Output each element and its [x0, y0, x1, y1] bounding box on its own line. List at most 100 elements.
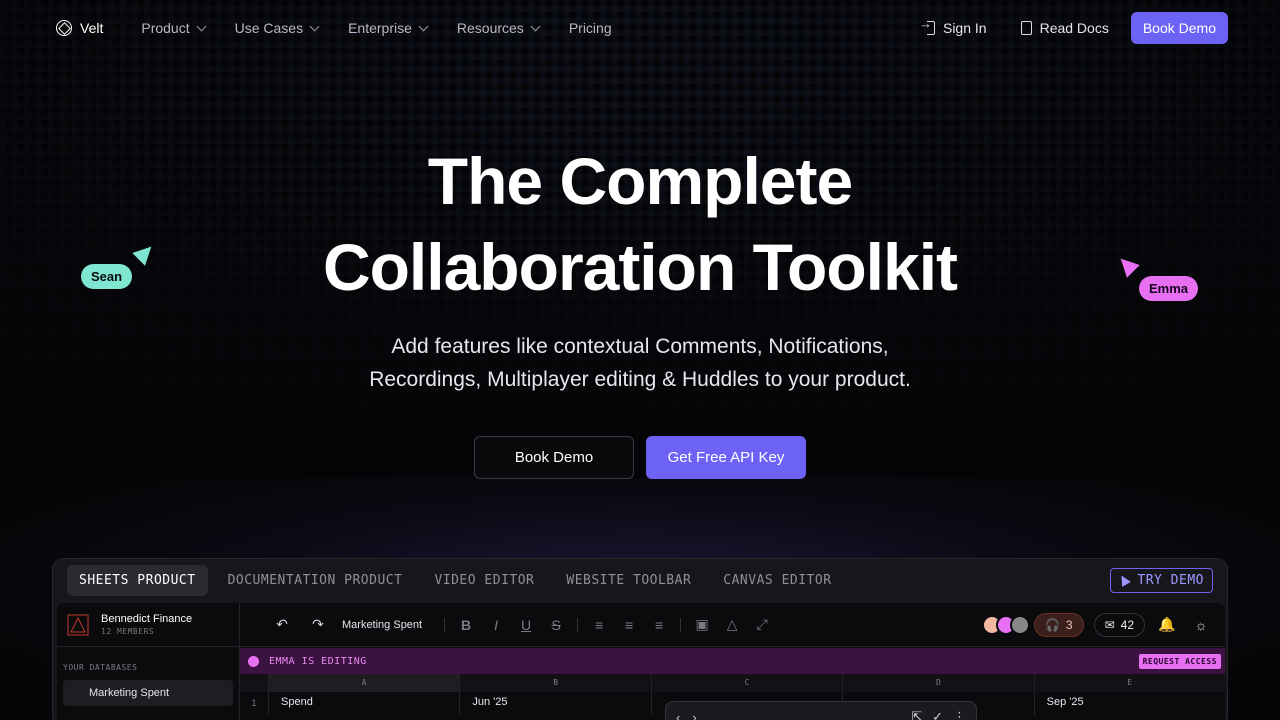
cell-e1[interactable]: Sep '25 [1033, 692, 1225, 716]
align-left-icon[interactable]: ≡ [584, 617, 614, 633]
chevron-down-icon [309, 21, 320, 31]
sheets-main: ↶ ↷ Marketing Spent B I U S ≡ ≡ ≡ ▣ △ ⤢ [240, 603, 1225, 720]
align-right-icon[interactable]: ≡ [644, 617, 674, 633]
hero-subtitle-line1: Add features like contextual Comments, N… [391, 335, 889, 358]
brand-logo[interactable]: Velt [56, 20, 103, 36]
row-number-header [240, 674, 268, 692]
request-access-button[interactable]: REQUEST ACCESS [1138, 653, 1221, 669]
chevron-right-icon[interactable]: › [692, 710, 696, 720]
hero-title-line2: Collaboration Toolkit [322, 230, 958, 304]
main-menu: Product Use Cases Enterprise Resources P… [141, 20, 641, 36]
menu-product-label: Product [141, 20, 190, 36]
sheets-toolbar: ↶ ↷ Marketing Spent B I U S ≡ ≡ ≡ ▣ △ ⤢ [240, 603, 1225, 647]
check-circle-icon[interactable]: ✓ [932, 709, 943, 720]
huddle-button[interactable]: 🎧 3 [1033, 612, 1084, 637]
book-icon [1020, 21, 1032, 35]
workspace-logo-icon [67, 614, 89, 635]
hero-subtitle-line2: Recordings, Multiplayer editing & Huddle… [369, 368, 911, 391]
menu-product[interactable]: Product [141, 20, 207, 36]
cursor-label-emma: Emma [1139, 276, 1199, 301]
sun-icon[interactable]: ☼ [1189, 617, 1213, 633]
nav-book-demo-button[interactable]: Book Demo [1130, 12, 1228, 44]
menu-resources[interactable]: Resources [456, 20, 541, 36]
demo-tabs: SHEETS PRODUCT DOCUMENTATION PRODUCT VID… [53, 559, 1227, 601]
inbox-icon: ✉ [1104, 617, 1115, 632]
hero-title: The Complete Collaboration Toolkit [0, 138, 1280, 310]
tab-website-toolbar[interactable]: WEBSITE TOOLBAR [554, 565, 703, 596]
editing-banner: EMMA IS EDITING REQUEST ACCESS [240, 648, 1225, 674]
menu-enterprise[interactable]: Enterprise [348, 20, 429, 36]
floating-toolbar-actions: ⇱ ✓ ⋮ [911, 709, 966, 720]
menu-use-cases-label: Use Cases [234, 20, 304, 36]
toolbar-divider [680, 617, 682, 632]
hero-subtitle: Add features like contextual Comments, N… [0, 330, 1280, 396]
menu-use-cases[interactable]: Use Cases [234, 20, 320, 36]
sheets-app: Bennedict Finance 12 MEMBERS YOUR DATABA… [57, 603, 1225, 720]
inbox-button[interactable]: ✉ 42 [1093, 612, 1145, 637]
tab-canvas-editor[interactable]: CANVAS EDITOR [711, 565, 843, 596]
column-header-d[interactable]: D [842, 674, 1033, 692]
underline-icon[interactable]: U [511, 617, 541, 633]
sheets-sidebar: Bennedict Finance 12 MEMBERS YOUR DATABA… [57, 603, 240, 720]
toolbar-right: 🎧 3 ✉ 42 🔔 ☼ [981, 612, 1213, 637]
more-icon[interactable]: ⋮ [953, 709, 966, 720]
brand-name: Velt [80, 20, 104, 36]
chevron-down-icon [196, 21, 207, 31]
toolbar-divider [577, 617, 579, 632]
headphones-icon: 🎧 [1044, 617, 1060, 632]
bold-icon[interactable]: B [451, 617, 481, 633]
huddle-count: 3 [1065, 617, 1073, 632]
cell-a1[interactable]: Spend [268, 692, 459, 716]
column-header-c[interactable]: C [650, 674, 842, 692]
column-header-row: A B C D E [240, 674, 1225, 692]
velt-logo-icon [56, 20, 72, 36]
redo-icon[interactable]: ↷ [300, 616, 336, 633]
link-icon[interactable]: ⤢ [747, 616, 777, 633]
undo-icon[interactable]: ↶ [264, 616, 300, 633]
toolbar-divider [444, 617, 446, 632]
sidebar-item-marketing-spent[interactable]: Marketing Spent [63, 680, 233, 706]
share-icon[interactable]: ⇱ [911, 709, 922, 720]
try-demo-button[interactable]: TRY DEMO [1110, 567, 1213, 593]
hero-cta-group: Book Demo Get Free API Key [0, 436, 1280, 479]
databases-label: YOUR DATABASES [63, 663, 138, 672]
inbox-count: 42 [1120, 617, 1134, 632]
get-api-key-button[interactable]: Get Free API Key [646, 436, 806, 479]
align-center-icon[interactable]: ≡ [614, 617, 644, 633]
chevron-down-icon [418, 21, 429, 31]
cell-b1[interactable]: Jun '25 [459, 692, 650, 716]
hero-book-demo-button[interactable]: Book Demo [474, 436, 634, 479]
floating-comment-toolbar: ‹ › ⇱ ✓ ⋮ [665, 701, 977, 720]
column-header-e[interactable]: E [1033, 674, 1225, 692]
bell-icon[interactable]: 🔔 [1155, 616, 1179, 633]
read-docs-link[interactable]: Read Docs [1020, 20, 1109, 36]
sign-in-icon [919, 16, 935, 35]
sign-in-link[interactable]: Sign In [919, 16, 987, 36]
document-title[interactable]: Marketing Spent [342, 619, 422, 631]
top-nav: Velt Product Use Cases Enterprise Resour… [0, 0, 1280, 56]
cursor-label-sean: Sean [81, 264, 133, 289]
column-header-b[interactable]: B [459, 674, 650, 692]
column-header-a[interactable]: A [268, 674, 460, 692]
hero-title-line1: The Complete [427, 144, 853, 218]
demo-panel: SHEETS PRODUCT DOCUMENTATION PRODUCT VID… [52, 558, 1228, 720]
avatar-group[interactable] [981, 614, 1030, 635]
strikethrough-icon[interactable]: S [541, 617, 571, 633]
read-docs-label: Read Docs [1039, 20, 1109, 36]
tab-sheets-product[interactable]: SHEETS PRODUCT [67, 564, 208, 596]
italic-icon[interactable]: I [481, 617, 511, 633]
chevron-down-icon [530, 21, 541, 31]
menu-enterprise-label: Enterprise [348, 20, 412, 36]
workspace-header[interactable]: Bennedict Finance 12 MEMBERS [57, 603, 239, 647]
menu-pricing[interactable]: Pricing [569, 20, 612, 36]
chevron-left-icon[interactable]: ‹ [676, 710, 680, 720]
tab-video-editor[interactable]: VIDEO EDITOR [422, 565, 546, 596]
image-icon[interactable]: ▣ [687, 616, 717, 633]
cursor-icon [1117, 573, 1132, 587]
tab-documentation-product[interactable]: DOCUMENTATION PRODUCT [216, 565, 415, 596]
shapes-icon[interactable]: △ [717, 616, 747, 633]
menu-resources-label: Resources [456, 20, 524, 36]
row-number: 1 [251, 698, 257, 708]
workspace-members: 12 MEMBERS [101, 627, 155, 636]
editing-text: EMMA IS EDITING [269, 655, 367, 667]
